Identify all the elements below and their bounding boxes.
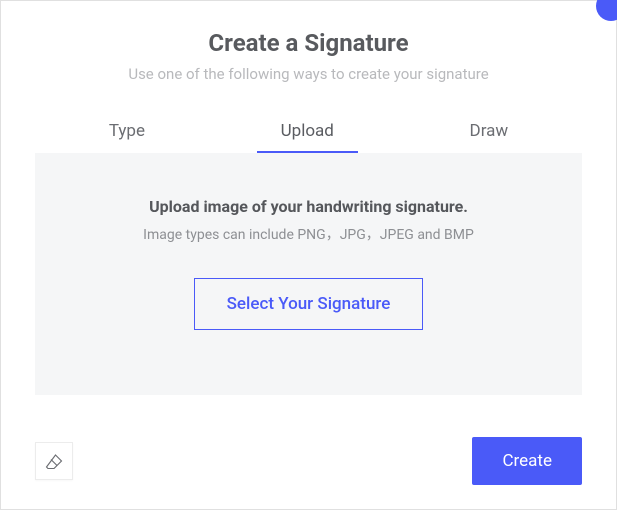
upload-panel: Upload image of your handwriting signatu… <box>35 153 582 395</box>
eraser-button[interactable] <box>35 442 73 480</box>
eraser-icon <box>45 453 63 469</box>
modal-header: Create a Signature Use one of the follow… <box>1 1 616 83</box>
modal-subtitle: Use one of the following ways to create … <box>1 65 616 83</box>
modal-footer: Create <box>1 437 616 485</box>
tab-list: Type Upload Draw <box>1 113 616 153</box>
modal-title: Create a Signature <box>1 29 616 57</box>
tab-type[interactable]: Type <box>85 113 169 153</box>
select-signature-button[interactable]: Select Your Signature <box>194 278 424 330</box>
upload-hint: Image types can include PNG，JPG，JPEG and… <box>143 224 474 244</box>
create-button[interactable]: Create <box>472 437 582 485</box>
upload-instruction: Upload image of your handwriting signatu… <box>149 197 468 216</box>
tab-upload[interactable]: Upload <box>257 113 358 153</box>
signature-modal: Create a Signature Use one of the follow… <box>0 0 617 510</box>
tab-draw[interactable]: Draw <box>446 113 533 153</box>
